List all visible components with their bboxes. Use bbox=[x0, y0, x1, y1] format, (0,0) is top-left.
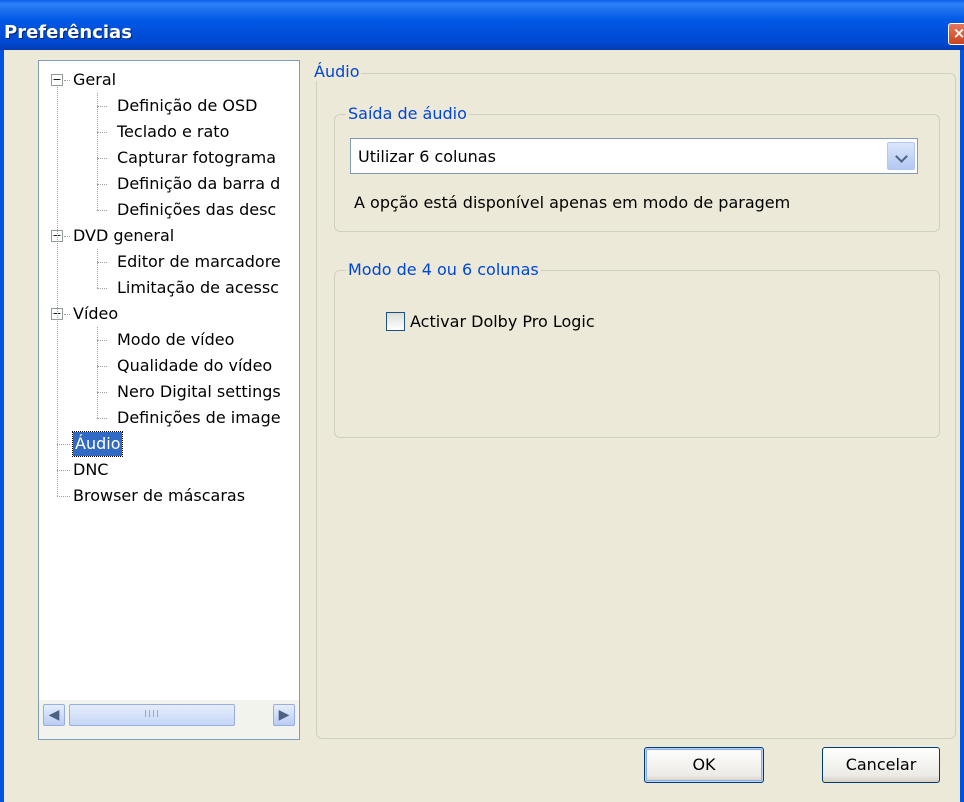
tree-connector bbox=[57, 87, 58, 496]
tree-connector bbox=[97, 210, 107, 211]
tree-item-label: Definições de image bbox=[117, 408, 281, 427]
tree-connector bbox=[64, 314, 70, 315]
tree-connector bbox=[97, 132, 107, 133]
window-frame-left bbox=[0, 50, 4, 802]
tree-item-limitacao-acesso[interactable]: Limitação de acessc bbox=[39, 275, 299, 301]
collapse-icon[interactable]: − bbox=[51, 74, 63, 86]
tree-item-geral[interactable]: − Geral bbox=[39, 67, 299, 93]
tree-item-label: Teclado e rato bbox=[117, 122, 230, 141]
tree-item-label: Browser de máscaras bbox=[73, 486, 246, 505]
audio-output-title: Saída de áudio bbox=[346, 104, 469, 123]
window-title: Preferências bbox=[4, 22, 132, 43]
dolby-pro-logic-checkbox[interactable] bbox=[386, 312, 405, 331]
tree-item-definicao-barra[interactable]: Definição da barra d bbox=[39, 171, 299, 197]
grip-icon: IIII bbox=[144, 709, 160, 720]
tree-connector bbox=[57, 496, 70, 497]
tree-item-label: Geral bbox=[73, 70, 117, 89]
tree-item-label: Qualidade do vídeo bbox=[117, 356, 273, 375]
tree-connector bbox=[97, 340, 107, 341]
tree-connector bbox=[97, 288, 107, 289]
tree-item-label: Modo de vídeo bbox=[117, 330, 235, 349]
tree-item-label: Áudio bbox=[71, 431, 124, 457]
tree-connector bbox=[97, 249, 98, 288]
tree-connector bbox=[64, 80, 70, 81]
arrow-left-icon: ◀ bbox=[48, 707, 60, 723]
scroll-left-button[interactable]: ◀ bbox=[43, 704, 65, 726]
ok-button[interactable]: OK bbox=[644, 747, 764, 783]
tree-item-label: DNC bbox=[73, 460, 109, 479]
tree-item-audio[interactable]: Áudio bbox=[39, 431, 299, 457]
tree-item-label: Editor de marcadore bbox=[117, 252, 281, 271]
tree-item-label: DVD general bbox=[73, 226, 175, 245]
tree-item-label: Limitação de acessc bbox=[117, 278, 279, 297]
tree-connector bbox=[97, 184, 107, 185]
tree-item-label: Definição de OSD bbox=[117, 96, 258, 115]
speaker-mode-title: Modo de 4 ou 6 colunas bbox=[346, 260, 541, 279]
tree-item-modo-video[interactable]: Modo de vídeo bbox=[39, 327, 299, 353]
tree-horizontal-scrollbar[interactable]: ◀ IIII ▶ bbox=[38, 700, 300, 740]
tree-item-label: Vídeo bbox=[73, 304, 119, 323]
tree-item-definicao-osd[interactable]: Definição de OSD bbox=[39, 93, 299, 119]
tree-item-dvd-general[interactable]: − DVD general bbox=[39, 223, 299, 249]
availability-note: A opção está disponível apenas em modo d… bbox=[354, 193, 791, 212]
tree-item-label: Definição da barra d bbox=[117, 174, 281, 193]
speaker-mode-group bbox=[334, 270, 940, 438]
audio-panel-title: Áudio bbox=[312, 62, 362, 81]
tree-connector bbox=[97, 392, 107, 393]
tree-connector bbox=[97, 327, 98, 418]
tree-item-definicoes-imagem[interactable]: Definições de image bbox=[39, 405, 299, 431]
tree-item-video[interactable]: − Vídeo bbox=[39, 301, 299, 327]
tree-connector bbox=[97, 366, 107, 367]
tree-item-capturar-fotograma[interactable]: Capturar fotograma bbox=[39, 145, 299, 171]
tree-item-editor-marcadores[interactable]: Editor de marcadore bbox=[39, 249, 299, 275]
tree-connector bbox=[57, 470, 70, 471]
tree-item-qualidade-video[interactable]: Qualidade do vídeo bbox=[39, 353, 299, 379]
tree-connector bbox=[97, 418, 107, 419]
title-bar[interactable]: Preferências × bbox=[0, 0, 964, 50]
tree-item-browser-mascaras[interactable]: Browser de máscaras bbox=[39, 483, 299, 509]
audio-output-value: Utilizar 6 colunas bbox=[358, 147, 496, 166]
tree-item-nero-digital[interactable]: Nero Digital settings bbox=[39, 379, 299, 405]
settings-tree[interactable]: − Geral Definição de OSD Teclado e rato Capt… bbox=[38, 60, 300, 740]
tree-connector bbox=[57, 444, 70, 445]
audio-output-select[interactable]: Utilizar 6 colunas bbox=[350, 138, 918, 174]
tree-item-label: Nero Digital settings bbox=[117, 382, 281, 401]
tree-connector bbox=[97, 158, 107, 159]
close-icon: × bbox=[952, 24, 964, 42]
tree-connector bbox=[64, 236, 70, 237]
tree-connector bbox=[97, 106, 107, 107]
cancel-button[interactable]: Cancelar bbox=[822, 747, 940, 783]
close-button[interactable]: × bbox=[948, 23, 964, 45]
tree-item-definicoes-desc[interactable]: Definições das desc bbox=[39, 197, 299, 223]
scrollbar-thumb[interactable]: IIII bbox=[69, 704, 235, 726]
chevron-down-icon[interactable] bbox=[887, 142, 915, 170]
window-frame-right bbox=[960, 50, 964, 802]
tree-item-teclado-rato[interactable]: Teclado e rato bbox=[39, 119, 299, 145]
tree-item-label: Capturar fotograma bbox=[117, 148, 277, 167]
tree-item-label: Definições das desc bbox=[117, 200, 277, 219]
scroll-right-button[interactable]: ▶ bbox=[273, 704, 295, 726]
tree-connector bbox=[97, 93, 98, 210]
tree-item-dnc[interactable]: DNC bbox=[39, 457, 299, 483]
arrow-right-icon: ▶ bbox=[278, 707, 290, 723]
dolby-pro-logic-label[interactable]: Activar Dolby Pro Logic bbox=[410, 312, 595, 331]
tree-connector bbox=[97, 262, 107, 263]
